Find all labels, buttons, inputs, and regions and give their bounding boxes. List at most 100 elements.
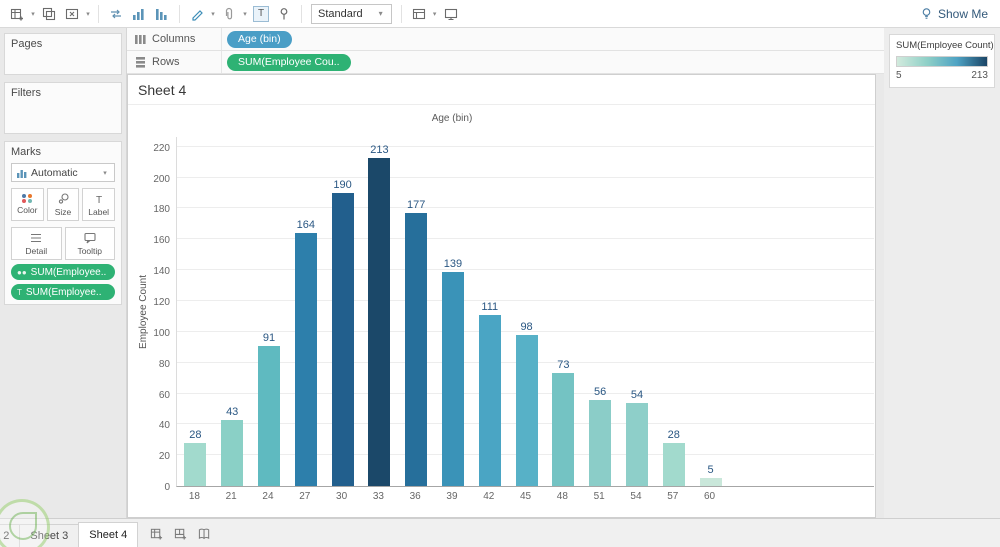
bar-value-label: 73 <box>557 359 570 372</box>
bar-slot: 56 <box>582 137 619 486</box>
clear-sheet-caret-icon[interactable]: ▾ <box>84 10 92 18</box>
duplicate-sheet-icon[interactable] <box>38 3 60 25</box>
rows-icon <box>136 56 145 68</box>
pages-card[interactable]: Pages <box>4 33 122 75</box>
color-legend-card[interactable]: SUM(Employee Count) 5 213 <box>889 34 995 88</box>
show-me-icon <box>922 8 931 19</box>
y-tick-label: 180 <box>153 204 170 216</box>
fit-dropdown[interactable]: Standard ▾ <box>311 3 392 24</box>
new-worksheet-button[interactable] <box>147 524 165 542</box>
x-tick-label: 51 <box>593 491 605 502</box>
tab-sheet-3[interactable]: Sheet 3 <box>19 524 80 547</box>
columns-shelf[interactable]: Columns Age (bin) <box>127 28 884 51</box>
x-tick-label: 24 <box>262 491 274 502</box>
show-mark-labels-icon[interactable]: T <box>250 3 272 25</box>
bar-slot: 28 <box>177 137 214 486</box>
marks-pill-color[interactable]: ●● SUM(Employee.. <box>11 264 115 280</box>
marks-pill-label: SUM(Employee.. <box>25 286 102 298</box>
new-dashboard-button[interactable] <box>171 524 189 542</box>
highlight-caret-icon[interactable]: ▾ <box>209 10 217 18</box>
toolbar-separator <box>179 4 180 23</box>
highlight-icon[interactable] <box>186 3 208 25</box>
sheet-view: Sheet 4 Age (bin) Employee Count 0 20 40 60… <box>127 74 876 518</box>
filters-card[interactable]: Filters <box>4 82 122 134</box>
legend-min: 5 <box>896 70 902 81</box>
bar[interactable] <box>405 213 428 486</box>
bar[interactable] <box>294 233 317 486</box>
tooltip-button-label: Tooltip <box>77 245 103 256</box>
presentation-mode-icon[interactable] <box>440 3 462 25</box>
rows-shelf[interactable]: Rows SUM(Employee Cou.. <box>127 51 884 74</box>
new-story-button[interactable] <box>195 524 213 542</box>
bar[interactable] <box>515 334 538 486</box>
legend-max: 213 <box>971 70 988 81</box>
x-tick-label: 39 <box>446 491 458 502</box>
sort-ascending-icon[interactable] <box>128 3 150 25</box>
color-icon <box>21 194 33 203</box>
label-icon: T <box>96 195 102 205</box>
tab-sheet-4[interactable]: Sheet 4 <box>78 522 139 547</box>
bar-slot: 111 <box>471 137 508 486</box>
bar-value-label: 28 <box>189 428 202 441</box>
group-members-icon[interactable] <box>218 3 240 25</box>
rows-shelf-label: Rows <box>127 51 222 73</box>
plot-area: 28 43 91 164 190 213 177 139 111 98 73 56 54 28 5 <box>176 137 874 487</box>
show-hide-cards-caret-icon[interactable]: ▾ <box>431 10 439 18</box>
x-tick-label: 45 <box>520 491 532 502</box>
color-button[interactable]: Color <box>11 188 44 221</box>
x-tick-label: 18 <box>188 491 200 502</box>
bar[interactable] <box>552 373 575 486</box>
fit-dropdown-caret-icon: ▾ <box>378 9 383 18</box>
mark-type-caret-icon: ▾ <box>103 169 107 177</box>
rows-pill-sum-employee-count[interactable]: SUM(Employee Cou.. <box>227 53 351 71</box>
x-tick-label: 21 <box>225 491 237 502</box>
y-tick-label: 40 <box>158 420 170 432</box>
sort-descending-icon[interactable] <box>151 3 173 25</box>
label-button[interactable]: T Label <box>82 188 116 221</box>
columns-icon <box>135 34 146 44</box>
sheet-tab-bar: et 2 Sheet 3 Sheet 4 <box>0 499 1000 547</box>
fix-axes-icon[interactable] <box>273 3 295 25</box>
swap-rows-columns-icon[interactable] <box>105 3 127 25</box>
bar[interactable] <box>662 442 685 486</box>
marks-pill-label-field[interactable]: T SUM(Employee.. <box>11 284 115 300</box>
bar[interactable] <box>589 399 612 486</box>
y-tick-label: 60 <box>158 389 170 401</box>
bar[interactable] <box>699 478 722 486</box>
bar[interactable] <box>441 271 464 486</box>
clear-sheet-icon[interactable] <box>61 3 83 25</box>
worksheet-area: Columns Age (bin) Rows SUM(Employee Cou.… <box>127 28 884 518</box>
x-tick-label: 60 <box>703 491 716 502</box>
bar[interactable] <box>368 157 391 486</box>
show-hide-cards-icon[interactable] <box>408 3 430 25</box>
bar-chart-icon <box>17 169 27 178</box>
new-worksheet-toolbar-icon[interactable] <box>6 3 28 25</box>
show-me-button[interactable]: Show Me <box>920 7 994 21</box>
bar-slot: 190 <box>324 137 361 486</box>
bar[interactable] <box>184 442 207 486</box>
bar-slot: 73 <box>545 137 582 486</box>
bar[interactable] <box>331 193 354 486</box>
bar-value-label: 91 <box>262 331 276 344</box>
mark-type-dropdown[interactable]: Automatic ▾ <box>11 163 115 182</box>
bar[interactable] <box>257 345 280 486</box>
size-button[interactable]: Size <box>46 188 80 221</box>
tooltip-button[interactable]: Tooltip <box>64 227 115 260</box>
sheet-title-row: Sheet 4 <box>128 75 875 105</box>
bar[interactable] <box>625 402 648 486</box>
bar[interactable] <box>478 314 501 486</box>
marks-pill-label: SUM(Employee.. <box>30 266 107 278</box>
new-worksheet-caret-icon[interactable]: ▾ <box>29 10 37 18</box>
tableau-window: ▾ ▾ ▾ ▾ T Standard ▾ ▾ Show Me Pages Fil… <box>0 0 1000 547</box>
detail-button[interactable]: Detail <box>11 227 62 260</box>
group-members-caret-icon[interactable]: ▾ <box>241 10 249 18</box>
x-axis-ticks: 18 21 24 27 30 33 36 39 42 45 48 51 54 57 60 <box>176 491 728 502</box>
pill-color-icon: ●● <box>17 267 27 277</box>
bar[interactable] <box>221 419 244 486</box>
tab-sheet-2[interactable]: et 2 <box>0 524 21 547</box>
y-tick-label: 0 <box>164 482 170 493</box>
x-tick-label: 36 <box>409 491 421 502</box>
columns-pill-age-bin[interactable]: Age (bin) <box>227 30 292 48</box>
bar-value-label: 98 <box>520 320 533 333</box>
legend-title: SUM(Employee Count) <box>896 40 994 51</box>
